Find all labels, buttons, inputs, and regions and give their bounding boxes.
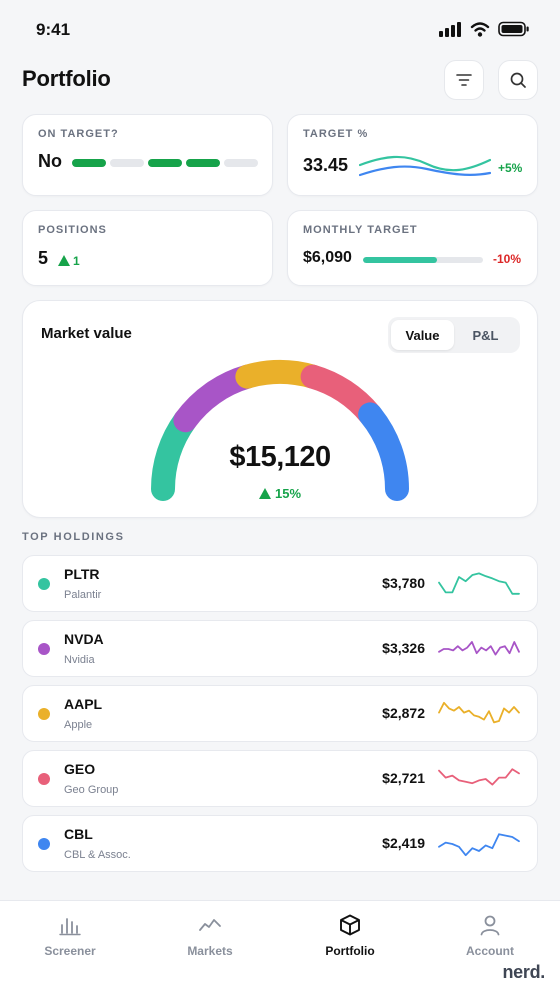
page-title: Portfolio (22, 66, 111, 91)
target-pct-sparkline (359, 155, 491, 177)
sparkline-path (438, 768, 520, 786)
monthly-target-label: MONTHLY TARGET (303, 224, 418, 236)
target-segment-2 (110, 159, 144, 167)
sparkline-path (438, 833, 520, 857)
holding-value: $2,419 (382, 835, 425, 851)
holding-sparkline (438, 641, 520, 656)
holding-row-pltr[interactable]: PLTR Palantir $3,780 (22, 555, 538, 612)
holding-color-dot (38, 578, 50, 590)
target-pct-change: +5% (498, 161, 523, 175)
market-value-change: 15% (23, 486, 537, 501)
on-target-value: No (38, 151, 62, 171)
market-value-change-text: 15% (274, 486, 302, 501)
sparkline-path (438, 572, 520, 595)
tab-account[interactable]: Account (420, 901, 560, 971)
target-pct-card[interactable]: TARGET % 33.45 +5% (287, 114, 538, 196)
tab-portfolio-label: Portfolio (325, 944, 375, 958)
filter-button[interactable] (444, 60, 484, 100)
status-icons (438, 21, 530, 37)
wifi-icon (470, 22, 490, 37)
trend-line-icon (199, 919, 221, 931)
search-icon (510, 72, 526, 88)
holding-value: $3,326 (382, 640, 425, 656)
holding-name: Palantir (64, 589, 102, 601)
holding-ticker: AAPL (64, 696, 103, 712)
target-pct-value: 33.45 (303, 155, 349, 175)
battery-icon (498, 21, 529, 37)
holding-ticker: CBL (64, 826, 93, 842)
target-segment-3 (148, 159, 182, 167)
holding-row-geo[interactable]: GEO Geo Group $2,721 (22, 750, 538, 807)
tab-bar: Screener Markets Portfolio Account nerd. (0, 900, 560, 996)
holding-name: CBL & Assoc. (64, 849, 131, 861)
sparkline-path (438, 701, 520, 724)
holding-color-dot (38, 838, 50, 850)
holding-name: Nvidia (64, 654, 95, 666)
on-target-card[interactable]: ON TARGET? No (22, 114, 273, 196)
up-triangle-icon (58, 255, 70, 266)
holding-sparkline (438, 701, 520, 724)
holding-name: Apple (64, 719, 93, 731)
holding-sparkline (438, 572, 520, 595)
filter-icon (456, 74, 472, 86)
positions-card[interactable]: POSITIONS 5 1 (22, 210, 273, 286)
up-triangle-icon (258, 488, 271, 499)
holding-ticker: GEO (64, 761, 96, 777)
holding-color-dot (38, 773, 50, 785)
user-icon (480, 915, 500, 936)
on-target-segments (72, 159, 258, 167)
target-segment-1 (72, 159, 106, 167)
market-value-gauge (151, 360, 409, 501)
page-header: Portfolio (22, 60, 538, 100)
holding-sparkline (438, 768, 520, 786)
monthly-target-change: -10% (493, 252, 522, 266)
target-pct-label: TARGET % (303, 128, 369, 140)
positions-delta: 1 (73, 254, 80, 268)
tab-account-label: Account (466, 944, 514, 958)
holding-color-dot (38, 643, 50, 655)
top-holdings-title: TOP HOLDINGS (22, 531, 125, 543)
cube-icon (340, 914, 360, 936)
status-time: 9:41 (36, 20, 71, 39)
sparkline-path (438, 641, 520, 656)
holding-color-dot (38, 708, 50, 720)
market-value-card: Market value Value P&L $15,120 15% (22, 300, 538, 518)
holding-ticker: PLTR (64, 566, 100, 582)
monthly-target-progress-fill (363, 257, 438, 263)
tab-markets[interactable]: Markets (140, 901, 280, 971)
monthly-target-progress (363, 257, 483, 263)
signal-icon (439, 22, 461, 37)
holding-name: Geo Group (64, 784, 119, 796)
tab-portfolio[interactable]: Portfolio (280, 901, 420, 971)
on-target-label: ON TARGET? (38, 128, 119, 140)
holding-ticker: NVDA (64, 631, 104, 647)
holding-row-nvda[interactable]: NVDA Nvidia $3,326 (22, 620, 538, 677)
holding-row-cbl[interactable]: CBL CBL & Assoc. $2,419 (22, 815, 538, 872)
tab-markets-label: Markets (187, 944, 233, 958)
holding-value: $2,721 (382, 770, 425, 786)
holding-sparkline (438, 833, 520, 857)
monthly-target-card[interactable]: MONTHLY TARGET $6,090 -10% (287, 210, 538, 286)
holding-value: $2,872 (382, 705, 425, 721)
bar-chart-icon (59, 918, 81, 936)
target-segment-4 (186, 159, 220, 167)
positions-value: 5 (38, 248, 49, 268)
brand-logo: nerd. (502, 962, 545, 982)
market-value-total: $15,120 (229, 441, 331, 473)
target-segment-5 (224, 159, 258, 167)
holding-row-aapl[interactable]: AAPL Apple $2,872 (22, 685, 538, 742)
status-bar: 9:41 (0, 0, 560, 60)
tab-screener-label: Screener (44, 944, 96, 958)
monthly-target-value: $6,090 (303, 249, 352, 266)
holding-value: $3,780 (382, 575, 425, 591)
positions-label: POSITIONS (38, 224, 107, 236)
tab-screener[interactable]: Screener (0, 901, 140, 971)
search-button[interactable] (498, 60, 538, 100)
